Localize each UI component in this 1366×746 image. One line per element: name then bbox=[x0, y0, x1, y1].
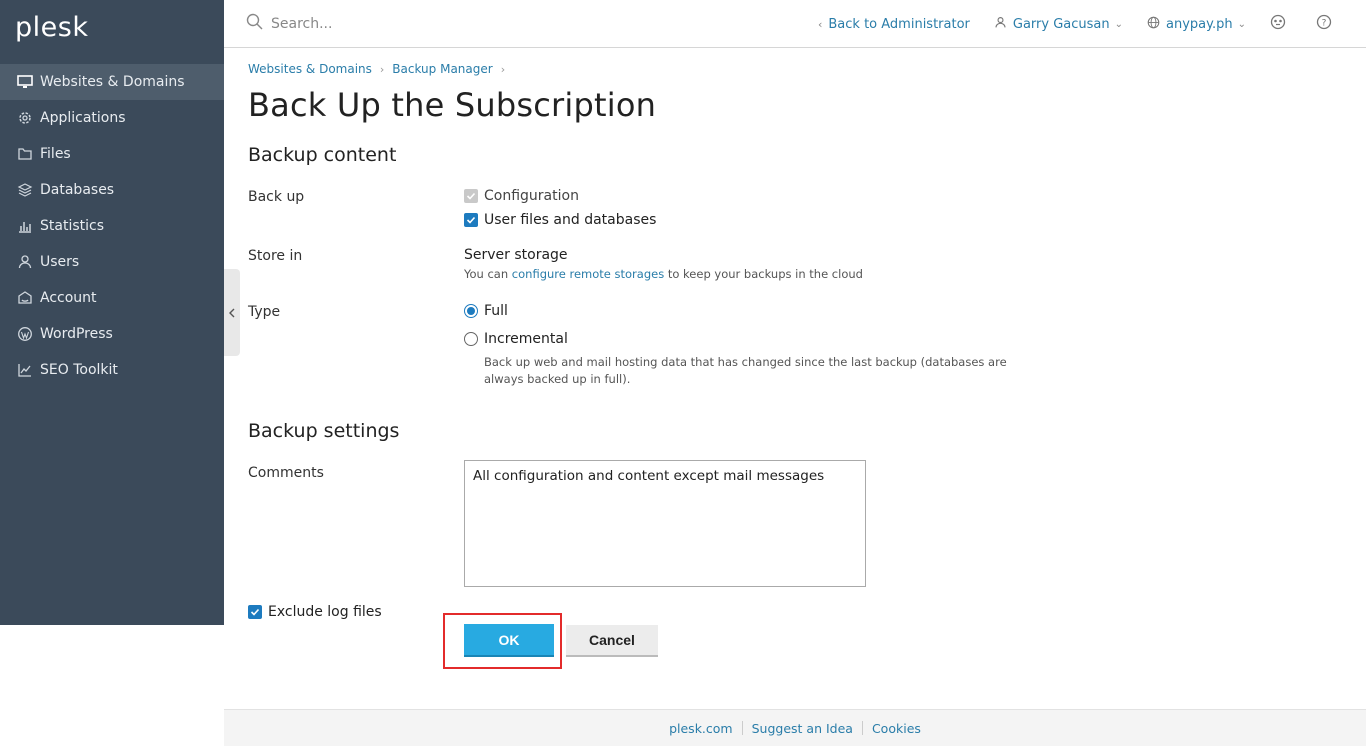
type-full-radio[interactable]: Full bbox=[464, 303, 508, 319]
sidebar-item-label: SEO Toolkit bbox=[40, 362, 118, 378]
seo-chart-icon bbox=[16, 361, 34, 379]
footer-link-plesk[interactable]: plesk.com bbox=[669, 721, 733, 736]
extensions-icon bbox=[1270, 14, 1292, 34]
gear-icon bbox=[16, 109, 34, 127]
chevron-left-icon: ‹ bbox=[817, 17, 823, 31]
sidebar-collapse-button[interactable] bbox=[224, 269, 240, 356]
type-incremental-label: Incremental bbox=[484, 331, 568, 347]
user-icon bbox=[16, 253, 34, 271]
configuration-label: Configuration bbox=[484, 188, 579, 204]
help-icon: ? bbox=[1316, 14, 1338, 34]
sidebar-item-statistics[interactable]: Statistics bbox=[0, 208, 224, 244]
comments-textarea[interactable]: All configuration and content except mai… bbox=[464, 460, 866, 587]
search-box[interactable]: Search... bbox=[246, 13, 332, 34]
footer-link-suggest-idea[interactable]: Suggest an Idea bbox=[752, 721, 853, 736]
chevron-right-icon: › bbox=[500, 62, 506, 76]
sidebar-item-label: Users bbox=[40, 254, 80, 270]
svg-text:?: ? bbox=[1322, 19, 1327, 29]
user-name: Garry Gacusan bbox=[1012, 16, 1110, 32]
extensions-button[interactable] bbox=[1270, 14, 1292, 34]
breadcrumb-websites-domains[interactable]: Websites & Domains bbox=[248, 62, 372, 76]
help-button[interactable]: ? bbox=[1316, 14, 1338, 34]
sidebar-item-databases[interactable]: Databases bbox=[0, 172, 224, 208]
page-title: Back Up the Subscription bbox=[248, 86, 657, 124]
domain-name: anypay.ph bbox=[1166, 16, 1233, 32]
configure-remote-storages-link[interactable]: configure remote storages bbox=[512, 267, 664, 281]
back-link-label: Back to Administrator bbox=[828, 16, 970, 32]
radio-selected-icon bbox=[464, 304, 478, 318]
back-up-label: Back up bbox=[248, 189, 305, 205]
configuration-checkbox[interactable]: Configuration bbox=[464, 188, 579, 204]
type-full-label: Full bbox=[484, 303, 508, 319]
chevron-right-icon: › bbox=[379, 62, 385, 76]
sidebar: plesk Websites & Domains Applications Fi… bbox=[0, 0, 224, 625]
chevron-down-icon: ⌄ bbox=[1114, 18, 1124, 30]
sidebar-item-applications[interactable]: Applications bbox=[0, 100, 224, 136]
store-in-value: Server storage bbox=[464, 247, 568, 263]
store-hint-text: You can bbox=[464, 267, 509, 281]
type-label: Type bbox=[248, 304, 281, 320]
wordpress-icon bbox=[16, 325, 34, 343]
sidebar-item-label: Databases bbox=[40, 182, 115, 198]
monitor-icon bbox=[16, 73, 34, 91]
checkmark-icon bbox=[248, 605, 262, 619]
database-layers-icon bbox=[16, 181, 34, 199]
incremental-hint-line: Back up web and mail hosting data that h… bbox=[484, 355, 1007, 369]
globe-icon bbox=[1147, 16, 1166, 33]
sidebar-item-label: Applications bbox=[40, 110, 126, 126]
topbar-actions: ‹ Back to Administrator Garry Gacusan ⌄ … bbox=[794, 14, 1338, 34]
cancel-button[interactable]: Cancel bbox=[566, 625, 658, 657]
incremental-hint-line: always backed up in full). bbox=[484, 372, 631, 386]
sidebar-item-label: WordPress bbox=[40, 326, 113, 342]
footer: plesk.com Suggest an Idea Cookies bbox=[224, 709, 1366, 746]
exclude-log-files-checkbox[interactable]: Exclude log files bbox=[248, 604, 382, 620]
type-incremental-radio[interactable]: Incremental bbox=[464, 331, 568, 347]
search-icon bbox=[246, 13, 271, 34]
user-icon bbox=[994, 16, 1013, 33]
plesk-logo[interactable]: plesk bbox=[15, 12, 88, 43]
store-in-hint: You can configure remote storages to kee… bbox=[464, 266, 863, 283]
backup-content-heading: Backup content bbox=[248, 144, 397, 166]
sidebar-item-seo-toolkit[interactable]: SEO Toolkit bbox=[0, 352, 224, 388]
back-to-administrator-link[interactable]: ‹ Back to Administrator bbox=[818, 17, 970, 32]
store-in-label: Store in bbox=[248, 248, 303, 264]
sidebar-item-label: Account bbox=[40, 290, 97, 306]
sidebar-item-label: Statistics bbox=[40, 218, 104, 234]
radio-unselected-icon bbox=[464, 332, 478, 346]
sidebar-item-files[interactable]: Files bbox=[0, 136, 224, 172]
domain-selector[interactable]: anypay.ph ⌄ bbox=[1147, 16, 1246, 33]
account-icon bbox=[16, 289, 34, 307]
footer-divider bbox=[741, 721, 743, 735]
store-hint-text: to keep your backups in the cloud bbox=[667, 267, 863, 281]
checkmark-icon bbox=[464, 189, 478, 203]
breadcrumb: Websites & Domains › Backup Manager › bbox=[248, 62, 1248, 76]
user-files-databases-label: User files and databases bbox=[484, 212, 657, 228]
user-menu[interactable]: Garry Gacusan ⌄ bbox=[994, 16, 1123, 33]
search-input[interactable]: Search... bbox=[271, 16, 332, 32]
sidebar-item-wordpress[interactable]: WordPress bbox=[0, 316, 224, 352]
sidebar-nav: Websites & Domains Applications Files Da… bbox=[0, 64, 224, 388]
sidebar-item-websites-domains[interactable]: Websites & Domains bbox=[0, 64, 224, 100]
exclude-log-files-label: Exclude log files bbox=[268, 604, 382, 620]
footer-divider bbox=[861, 721, 863, 735]
backup-settings-heading: Backup settings bbox=[248, 420, 400, 442]
comments-label: Comments bbox=[248, 465, 324, 481]
bar-chart-icon bbox=[16, 217, 34, 235]
user-files-databases-checkbox[interactable]: User files and databases bbox=[464, 212, 656, 228]
chevron-left-icon bbox=[228, 303, 236, 322]
topbar: Search... ‹ Back to Administrator Garry … bbox=[224, 0, 1366, 48]
checkmark-icon bbox=[464, 213, 478, 227]
folder-icon bbox=[16, 145, 34, 163]
incremental-hint: Back up web and mail hosting data that h… bbox=[484, 354, 1007, 388]
ok-button[interactable]: OK bbox=[464, 624, 554, 657]
sidebar-item-label: Websites & Domains bbox=[40, 74, 185, 90]
chevron-down-icon: ⌄ bbox=[1237, 18, 1246, 30]
breadcrumb-backup-manager[interactable]: Backup Manager bbox=[392, 62, 492, 76]
sidebar-item-label: Files bbox=[40, 146, 71, 162]
sidebar-item-users[interactable]: Users bbox=[0, 244, 224, 280]
sidebar-item-account[interactable]: Account bbox=[0, 280, 224, 316]
main-content: Websites & Domains › Backup Manager › Ba… bbox=[248, 62, 1248, 124]
footer-link-cookies[interactable]: Cookies bbox=[872, 721, 921, 736]
